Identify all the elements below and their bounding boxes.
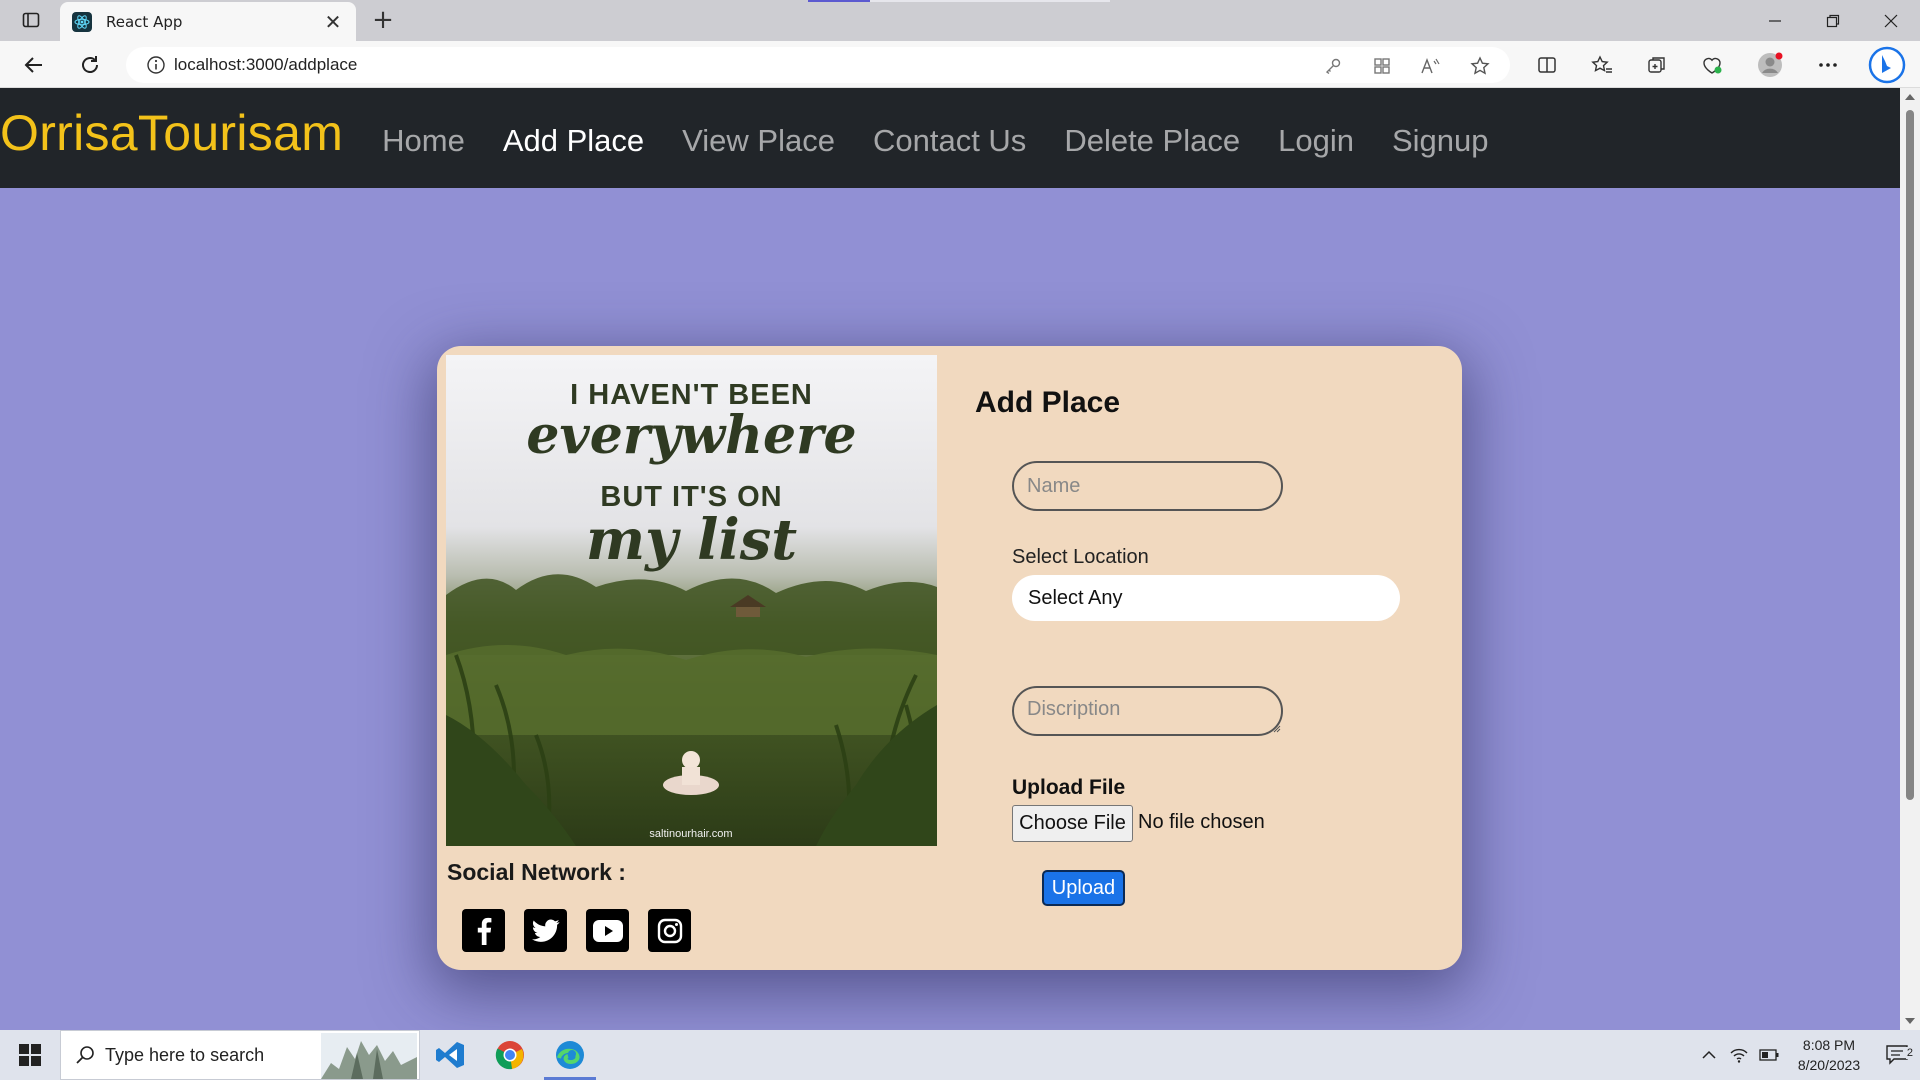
url-text[interactable]: localhost:3000/addplace	[174, 55, 357, 75]
twitter-icon[interactable]	[524, 909, 567, 952]
key-icon[interactable]	[1322, 55, 1344, 77]
favorite-star-icon[interactable]	[1469, 55, 1491, 77]
close-window-button[interactable]	[1862, 0, 1920, 41]
more-options-icon[interactable]	[1812, 49, 1844, 81]
facebook-icon[interactable]	[462, 909, 505, 952]
profile-avatar-icon[interactable]	[1754, 49, 1786, 81]
nav-links: Home Add Place View Place Contact Us Del…	[363, 123, 1507, 159]
read-aloud-icon[interactable]	[1419, 55, 1441, 77]
tab-close-icon[interactable]: ✕	[322, 10, 344, 34]
clock-date: 8/20/2023	[1797, 1057, 1861, 1073]
collections-icon[interactable]	[1641, 49, 1673, 81]
name-input[interactable]	[1012, 461, 1283, 511]
notification-count: 2	[1905, 1047, 1914, 1059]
react-icon	[72, 11, 92, 32]
search-highlight-image	[321, 1033, 417, 1079]
youtube-icon[interactable]	[586, 909, 629, 952]
notification-icon[interactable]: 2	[1874, 1045, 1920, 1065]
nav-view-place[interactable]: View Place	[663, 123, 854, 159]
nav-signup[interactable]: Signup	[1373, 123, 1508, 159]
upload-button[interactable]: Upload	[1042, 870, 1125, 906]
scrollbar-thumb[interactable]	[1906, 110, 1914, 800]
nav-login[interactable]: Login	[1259, 123, 1373, 159]
page-scrollbar[interactable]	[1900, 88, 1920, 1030]
taskbar-search-box[interactable]: Type here to search	[60, 1030, 420, 1080]
page-viewport: OrrisaTourisam Home Add Place View Place…	[0, 88, 1900, 1030]
back-icon[interactable]	[18, 49, 50, 81]
loading-track	[870, 0, 1110, 2]
window-controls	[1746, 0, 1920, 41]
vscode-icon[interactable]	[420, 1030, 480, 1080]
site-brand[interactable]: OrrisaTourisam	[0, 104, 343, 162]
bing-copilot-icon[interactable]	[1867, 45, 1907, 85]
chevron-up-icon[interactable]	[1694, 1050, 1724, 1060]
nav-contact-us[interactable]: Contact Us	[854, 123, 1045, 159]
new-tab-button[interactable]: +	[368, 6, 398, 34]
choose-file-button[interactable]: Choose File	[1012, 805, 1133, 842]
travel-poster-image: saltinourhair.com I HAVEN'T BEEN everywh…	[446, 355, 937, 846]
taskbar-clock[interactable]: 8:08 PM 8/20/2023	[1784, 1035, 1874, 1075]
loading-indicator	[808, 0, 870, 2]
battery-icon[interactable]	[1754, 1049, 1784, 1061]
search-placeholder: Type here to search	[105, 1044, 265, 1065]
tab-actions-icon[interactable]	[14, 8, 48, 32]
system-tray: 8:08 PM 8/20/2023 2	[1694, 1030, 1920, 1080]
social-icons	[462, 909, 691, 952]
instagram-icon[interactable]	[648, 909, 691, 952]
social-network-heading: Social Network :	[447, 859, 626, 885]
upload-file-label: Upload File	[1012, 776, 1126, 799]
browser-essentials-icon[interactable]	[1696, 49, 1728, 81]
restore-button[interactable]	[1804, 0, 1862, 41]
nav-home[interactable]: Home	[363, 123, 484, 159]
chrome-icon[interactable]	[480, 1030, 540, 1080]
form-title: Add Place	[975, 386, 1121, 419]
search-icon	[75, 1045, 95, 1065]
favorites-icon[interactable]	[1586, 49, 1618, 81]
browser-toolbar: localhost:3000/addplace	[0, 41, 1920, 88]
add-place-card: saltinourhair.com I HAVEN'T BEEN everywh…	[437, 346, 1462, 970]
browser-tab-bar: React App ✕ +	[0, 0, 1920, 41]
poster-line-2: everywhere	[526, 405, 857, 466]
resize-grip-icon[interactable]	[1273, 725, 1281, 733]
browser-tab[interactable]: React App ✕	[60, 2, 356, 41]
poster-line-4: my list	[585, 507, 798, 573]
split-screen-icon[interactable]	[1531, 49, 1563, 81]
apps-icon[interactable]	[1371, 55, 1393, 77]
clock-time: 8:08 PM	[1802, 1037, 1856, 1053]
scroll-down-icon[interactable]	[1905, 1018, 1915, 1024]
nav-add-place[interactable]: Add Place	[484, 123, 663, 159]
address-bar[interactable]: localhost:3000/addplace	[126, 47, 1510, 83]
location-select[interactable]: Select Any	[1012, 575, 1400, 621]
location-label: Select Location	[1012, 546, 1149, 568]
scroll-up-icon[interactable]	[1905, 94, 1915, 100]
windows-taskbar: Type here to search 8:08 PM 8/20/2023 2	[0, 1030, 1920, 1080]
refresh-icon[interactable]	[74, 49, 106, 81]
site-navbar: OrrisaTourisam Home Add Place View Place…	[0, 88, 1900, 188]
no-file-chosen-text: No file chosen	[1138, 811, 1265, 833]
site-info-icon[interactable]	[138, 55, 174, 75]
poster-credit: saltinourhair.com	[649, 828, 732, 840]
windows-start-icon[interactable]	[0, 1030, 60, 1080]
tab-title: React App	[106, 12, 183, 31]
edge-icon[interactable]	[540, 1030, 600, 1080]
add-place-form: Add Place Select Location Select Any Upl…	[975, 346, 1455, 970]
nav-delete-place[interactable]: Delete Place	[1045, 123, 1259, 159]
description-input[interactable]	[1012, 686, 1283, 736]
wifi-icon[interactable]	[1724, 1047, 1754, 1063]
minimize-button[interactable]	[1746, 0, 1804, 41]
